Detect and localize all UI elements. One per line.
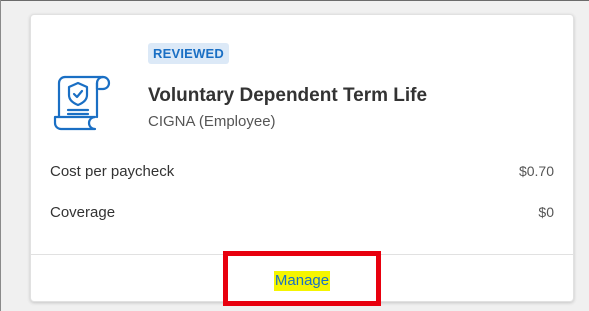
plan-carrier: CIGNA (Employee) [148,113,276,130]
cost-per-paycheck-label: Cost per paycheck [50,163,175,180]
coverage-label: Coverage [50,204,116,221]
manage-button-label: Manage [273,270,331,291]
window-border-top [0,0,589,1]
cost-per-paycheck-value: $0.70 [518,163,554,179]
window-border-left [0,0,1,311]
policy-document-icon [51,67,113,131]
status-badge: REVIEWED [148,43,229,64]
benefit-card: REVIEWED Voluntary Dependent Term Life C… [30,14,574,302]
coverage-value: $0 [538,204,554,220]
plan-title: Voluntary Dependent Term Life [148,85,428,106]
manage-button[interactable]: Manage [31,255,573,302]
